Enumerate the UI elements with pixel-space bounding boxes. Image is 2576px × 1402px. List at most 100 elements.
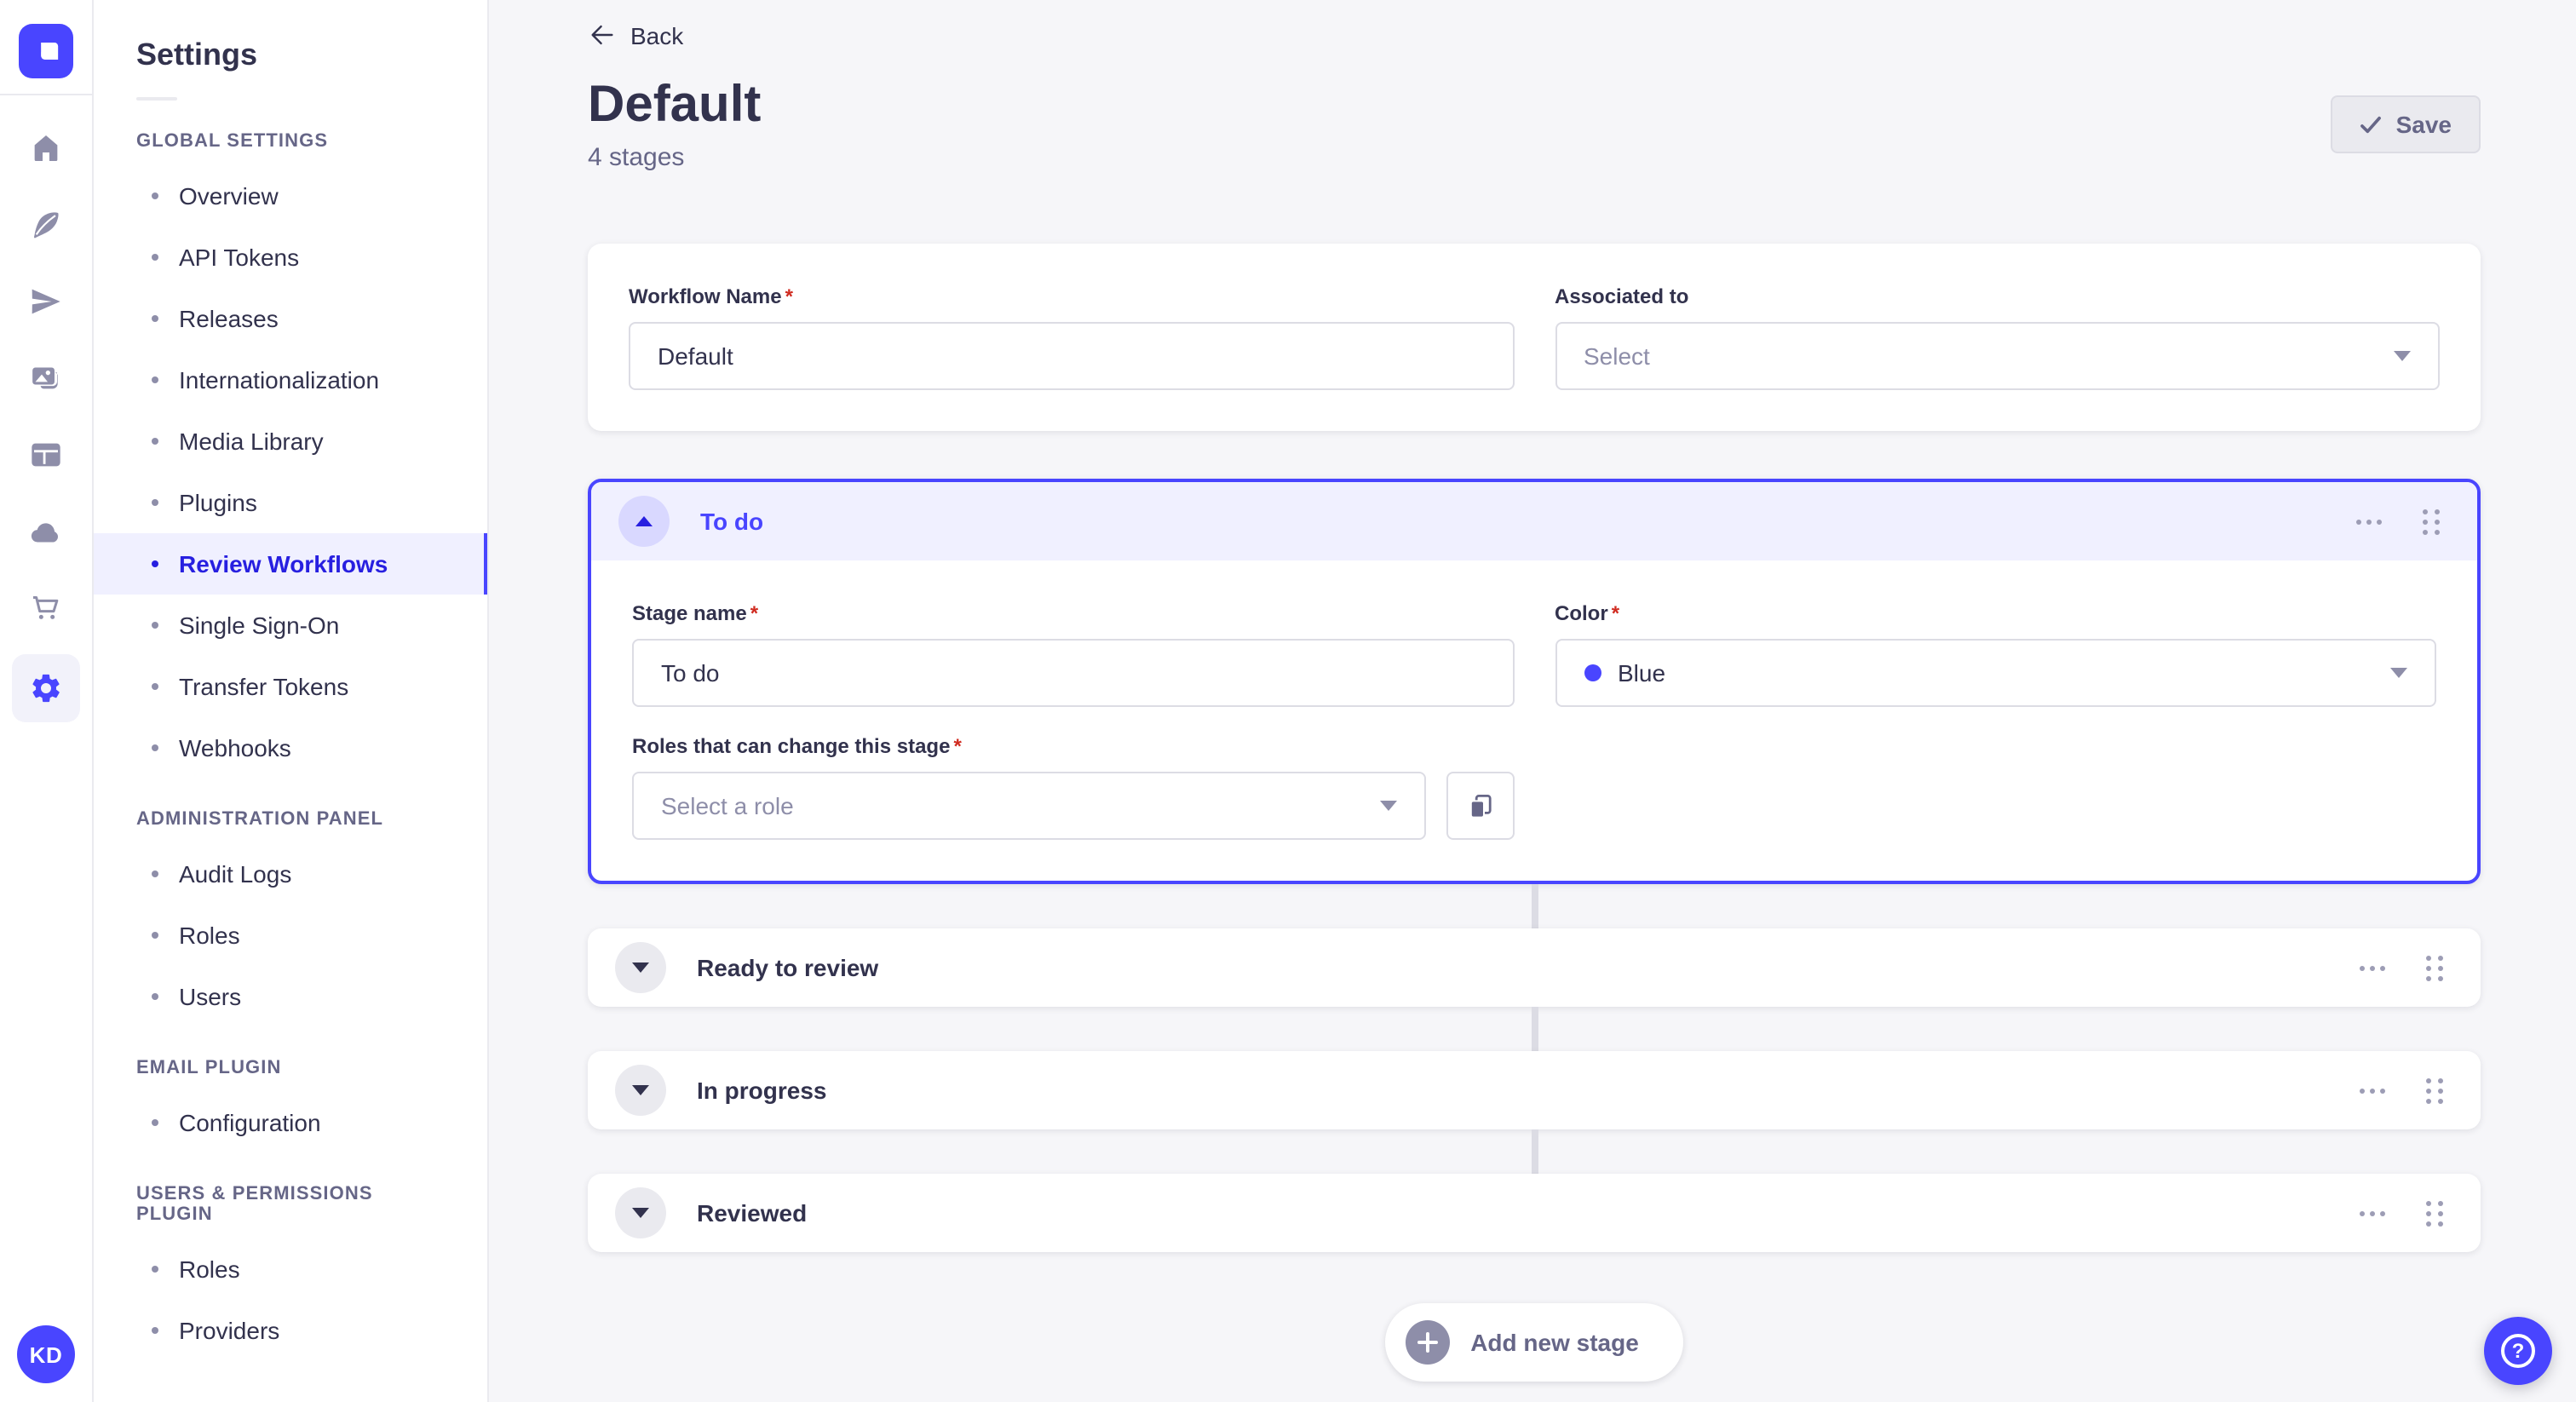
required-asterisk: * [750,601,759,625]
stage-color-field: Color * Blue [1555,601,2436,707]
chevron-down-icon [632,962,649,973]
sidenav-item-email-configuration[interactable]: Configuration [94,1092,487,1153]
bullet-icon [152,993,158,1000]
bullet-icon [152,254,158,261]
chevron-down-icon [2394,351,2411,361]
sidenav-item-review-workflows[interactable]: Review Workflows [94,533,487,595]
bullet-icon [152,622,158,629]
chevron-down-icon [632,1208,649,1218]
bullet-icon [152,1266,158,1273]
drag-handle-icon[interactable] [2426,1077,2443,1103]
sidenav-item-webhooks[interactable]: Webhooks [94,717,487,779]
stage-header-to-do: To do [591,482,2477,560]
expand-stage-button[interactable] [615,1187,666,1238]
stage-actions [2360,1200,2443,1226]
bullet-icon [152,1119,158,1126]
releases-icon[interactable] [29,284,63,319]
back-link[interactable]: Back [588,20,683,49]
save-button[interactable]: Save [2331,95,2481,153]
add-new-stage-button[interactable]: Add new stage [1385,1303,1683,1382]
sidenav-item-users[interactable]: Users [94,966,487,1027]
stage-roles-field: Roles that can change this stage * Select… [632,734,1514,840]
associated-to-label: Associated to [1555,284,1689,308]
content-manager-icon[interactable] [29,208,63,242]
sidenav-item-providers[interactable]: Providers [94,1300,487,1361]
drag-handle-icon[interactable] [2426,955,2443,980]
stage-options-menu-icon[interactable] [2356,512,2382,531]
content-type-builder-icon[interactable] [29,438,63,472]
color-swatch-icon [1584,664,1601,681]
drag-handle-icon[interactable] [2426,1200,2443,1226]
collapse-stage-button[interactable] [618,496,670,547]
stage-actions [2360,955,2443,980]
plus-icon [1406,1320,1451,1365]
sidenav-item-media-library[interactable]: Media Library [94,411,487,472]
back-arrow-icon [591,25,613,45]
workflow-name-input[interactable] [629,322,1514,390]
sidenav-item-up-roles[interactable]: Roles [94,1238,487,1300]
sidenav-item-plugins[interactable]: Plugins [94,472,487,533]
help-button[interactable]: ? [2484,1317,2552,1385]
stage-actions [2356,509,2440,534]
expand-stage-button[interactable] [615,942,666,993]
section-label-administration-panel: ADMINISTRATION PANEL [136,809,384,830]
duplicate-icon [1469,795,1491,819]
apply-to-all-stages-button[interactable] [1446,772,1514,840]
main-content: Back Default 4 stages Save Workflow Name… [489,0,2576,1402]
media-library-icon[interactable] [29,361,63,395]
stage-color-select[interactable]: Blue [1555,639,2436,707]
expand-stage-button[interactable] [615,1065,666,1116]
stage-title: Reviewed [697,1199,808,1227]
bullet-icon [152,683,158,690]
stage-roles-placeholder: Select a role [661,792,794,819]
stage-title: Ready to review [697,954,879,981]
sidenav-item-internationalization[interactable]: Internationalization [94,349,487,411]
stage-connector [1531,1129,1538,1174]
sidenav-item-releases[interactable]: Releases [94,288,487,349]
stage-options-menu-icon[interactable] [2360,1081,2385,1100]
page-title: Default [588,77,762,133]
stage-roles-select[interactable]: Select a role [632,772,1425,840]
sidenav-item-api-tokens[interactable]: API Tokens [94,227,487,288]
sidenav-item-overview[interactable]: Overview [94,165,487,227]
stage-name-field: Stage name * [632,601,1514,707]
home-icon[interactable] [29,131,63,165]
associated-to-select[interactable]: Select [1555,322,2440,390]
section-label-email-plugin: EMAIL PLUGIN [136,1058,282,1078]
sidenav-item-transfer-tokens[interactable]: Transfer Tokens [94,656,487,717]
bullet-icon [152,499,158,506]
sidenav-item-audit-logs[interactable]: Audit Logs [94,843,487,905]
stage-name-input[interactable] [632,639,1514,707]
cloud-icon[interactable] [29,514,63,549]
user-avatar[interactable]: KD [17,1325,75,1383]
marketplace-cart-icon[interactable] [29,591,63,625]
title-block: Default 4 stages [588,75,761,172]
stage-body-to-do: Stage name* Color* Blue [591,560,2477,881]
drag-handle-icon[interactable] [2423,509,2440,534]
bullet-icon [152,871,158,877]
strapi-logo-icon [41,43,59,60]
check-icon [2360,115,2382,133]
add-stage-row: Add new stage [588,1303,2481,1382]
section-label-users-permissions-plugin: USERS & PERMISSIONS PLUGIN [136,1184,373,1225]
stage-count: 4 stages [588,143,685,172]
bullet-icon [152,560,158,567]
sidenav-divider [136,97,177,101]
strapi-logo[interactable] [19,24,73,78]
required-asterisk: * [785,284,793,308]
stage-options-menu-icon[interactable] [2360,1204,2385,1222]
stage-connector [1531,1007,1538,1051]
required-asterisk: * [953,734,962,758]
workflow-name-label: Workflow Name * [629,284,793,308]
stages-list: To do Stage name * To do Color * Blue Ro… [588,479,2481,1382]
question-mark-icon: ? [2501,1334,2535,1368]
sidenav-item-single-sign-on[interactable]: Single Sign-On [94,595,487,656]
stage-name-label: Stage name * [632,601,759,625]
workflow-attributes-card: Workflow Name* Associated to Select [588,244,2481,431]
sidenav-item-admin-roles[interactable]: Roles [94,905,487,966]
stage-options-menu-icon[interactable] [2360,958,2385,977]
settings-rail-item[interactable] [12,654,80,722]
stage-color-label: Color * [1555,601,1620,625]
settings-gear-icon [32,674,60,703]
required-asterisk: * [1611,601,1620,625]
